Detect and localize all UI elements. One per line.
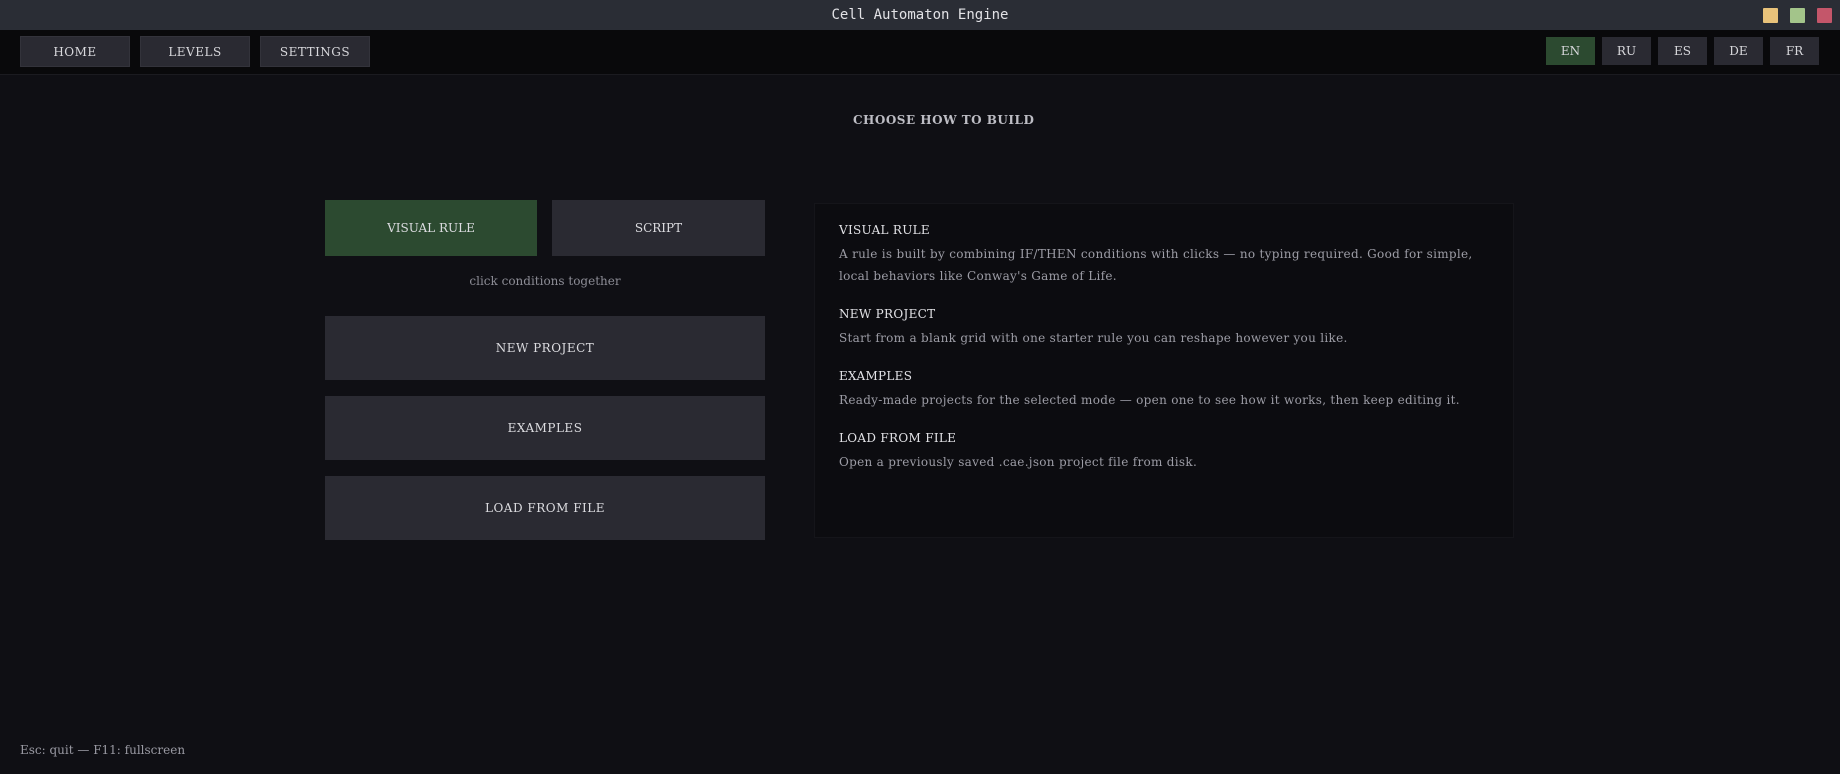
- title-bar: Cell Automaton Engine: [0, 0, 1840, 31]
- maximize-button[interactable]: [1790, 7, 1805, 23]
- minimize-button[interactable]: [1763, 7, 1778, 23]
- new-project-button[interactable]: NEW PROJECT: [325, 316, 765, 380]
- info-text: Start from a blank grid with one starter…: [839, 331, 1348, 345]
- mode-script-button[interactable]: SCRIPT: [552, 200, 765, 256]
- info-section-examples: EXAMPLES Ready-made projects for the sel…: [839, 369, 1489, 411]
- page-heading: CHOOSE HOW TO BUILD: [853, 113, 1035, 127]
- info-section-visual-rule: VISUAL RULE A rule is built by combining…: [839, 223, 1489, 287]
- mode-visual-rule-button[interactable]: VISUAL RULE: [325, 200, 537, 256]
- window-title: Cell Automaton Engine: [831, 7, 1009, 23]
- info-title: VISUAL RULE: [839, 223, 930, 237]
- info-title: EXAMPLES: [839, 369, 913, 383]
- info-title: NEW PROJECT: [839, 307, 936, 321]
- info-panel: VISUAL RULE A rule is built by combining…: [814, 203, 1514, 538]
- language-de-button[interactable]: DE: [1714, 37, 1763, 65]
- language-es-button[interactable]: ES: [1658, 37, 1707, 65]
- info-text: A rule is built by combining IF/THEN con…: [839, 247, 1473, 283]
- info-section-new-project: NEW PROJECT Start from a blank grid with…: [839, 307, 1489, 349]
- info-title: LOAD FROM FILE: [839, 431, 957, 445]
- close-button[interactable]: [1817, 7, 1832, 23]
- keyboard-hint-footer: Esc: quit — F11: fullscreen: [20, 743, 186, 757]
- top-nav-bar: HOME LEVELS SETTINGS EN RU ES DE FR: [0, 30, 1840, 75]
- info-text: Ready-made projects for the selected mod…: [839, 393, 1460, 407]
- info-text: Open a previously saved .cae.json projec…: [839, 455, 1198, 469]
- mode-hint: click conditions together: [469, 274, 621, 288]
- language-en-button[interactable]: EN: [1546, 37, 1595, 65]
- examples-button[interactable]: EXAMPLES: [325, 396, 765, 460]
- language-ru-button[interactable]: RU: [1602, 37, 1651, 65]
- language-fr-button[interactable]: FR: [1770, 37, 1819, 65]
- info-section-load-from-file: LOAD FROM FILE Open a previously saved .…: [839, 431, 1489, 473]
- nav-levels-button[interactable]: LEVELS: [140, 36, 250, 67]
- nav-settings-button[interactable]: SETTINGS: [260, 36, 370, 67]
- nav-home-button[interactable]: HOME: [20, 36, 130, 67]
- load-from-file-button[interactable]: LOAD FROM FILE: [325, 476, 765, 540]
- window-controls: [1763, 0, 1840, 30]
